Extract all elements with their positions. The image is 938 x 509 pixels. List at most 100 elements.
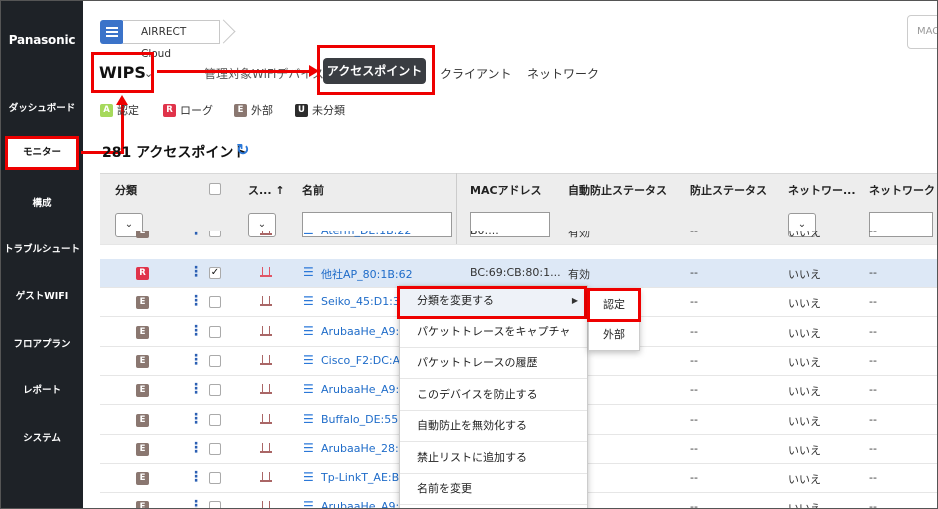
more-vertical-icon[interactable]: ⋮	[189, 412, 203, 426]
list-icon[interactable]: ☰	[303, 324, 314, 338]
menu-toggle-button[interactable]	[100, 20, 124, 44]
more-vertical-icon[interactable]: ⋮	[189, 324, 203, 338]
more-vertical-icon[interactable]: ⋮	[189, 231, 203, 237]
more-vertical-icon[interactable]: ⋮	[189, 382, 203, 396]
more-vertical-icon[interactable]: ⋮	[189, 441, 203, 455]
row-checkbox[interactable]	[209, 472, 221, 484]
column-header-mac[interactable]: MACアドレス	[470, 182, 542, 198]
authorized-badge: A	[100, 103, 113, 117]
search-input[interactable]: MAC	[907, 15, 937, 49]
prevent-status-cell: --	[690, 500, 698, 509]
prevent-status-cell: --	[690, 325, 698, 338]
prevent-status-cell: --	[690, 354, 698, 367]
network2-cell: --	[869, 500, 877, 509]
row-checkbox[interactable]	[209, 231, 221, 237]
prevent-status-cell: --	[690, 471, 698, 484]
more-vertical-icon[interactable]: ⋮	[189, 499, 203, 508]
row-checkbox[interactable]	[209, 443, 221, 455]
network2-cell: --	[869, 471, 877, 484]
row-checkbox[interactable]: ✓	[209, 267, 221, 279]
column-header-network2[interactable]: ネットワーク	[869, 182, 935, 198]
more-vertical-icon[interactable]: ⋮	[189, 353, 203, 367]
auto-prevent-cell: 有効	[568, 268, 590, 281]
legend-external: E 外部	[234, 103, 273, 117]
device-name-link[interactable]: Buffalo_DE:55:F	[321, 413, 408, 426]
sidebar-item-floorplan[interactable]: フロアプラン	[1, 336, 83, 350]
device-name-link[interactable]: 他社AP_80:1B:62	[321, 266, 413, 282]
network-cell: いいえ	[788, 297, 821, 310]
network-cell: いいえ	[788, 444, 821, 457]
list-icon[interactable]: ☰	[303, 353, 314, 367]
submenu-item-external[interactable]: 外部	[589, 320, 639, 350]
sidebar-item-report[interactable]: レポート	[1, 382, 83, 396]
class-badge: E	[136, 384, 149, 397]
prevent-status-cell: --	[690, 295, 698, 308]
network2-cell: --	[869, 231, 877, 237]
table-row[interactable]: E ⋮ ☰ Aterm_DE:1B:22 B0:... 有効 -- いいえ --	[100, 231, 937, 245]
class-badge: R	[136, 267, 149, 280]
column-header-class[interactable]: 分類	[115, 182, 137, 198]
menu-item-disable-auto-prevent[interactable]: 自動防止を無効化する	[400, 411, 587, 442]
menu-item-add-to-banned-list[interactable]: 禁止リストに追加する	[400, 443, 587, 474]
table-row[interactable]: R ⋮ ✓ ☰ 他社AP_80:1B:62 BC:69:CB:80:1... 有効 -- いいえ…	[100, 259, 937, 288]
column-header-name[interactable]: 名前	[302, 182, 324, 198]
column-header-prevent[interactable]: 防止ステータス	[690, 182, 767, 198]
access-point-icon	[260, 355, 272, 365]
sidebar-item-troubleshoot[interactable]: トラブルシュート	[1, 241, 83, 255]
more-vertical-icon[interactable]: ⋮	[189, 294, 203, 308]
network2-cell: --	[869, 295, 877, 308]
row-checkbox[interactable]	[209, 414, 221, 426]
more-vertical-icon[interactable]: ⋮	[189, 265, 203, 279]
list-icon[interactable]: ☰	[303, 499, 314, 508]
legend-label: ローグ	[180, 104, 213, 117]
sidebar-item-config[interactable]: 構成	[1, 195, 83, 209]
column-header-network[interactable]: ネットワー...	[788, 182, 856, 198]
row-checkbox[interactable]	[209, 384, 221, 396]
menu-item-prevent-device[interactable]: このデバイスを防止する	[400, 380, 587, 411]
device-name-link[interactable]: Aterm_DE:1B:22	[321, 231, 411, 237]
sidebar-item-dashboard[interactable]: ダッシュボード	[1, 100, 83, 114]
column-header-status[interactable]: ス... ↑	[248, 182, 285, 198]
list-icon[interactable]: ☰	[303, 412, 314, 426]
network2-cell: --	[869, 354, 877, 367]
sidebar-item-guest-wifi[interactable]: ゲストWIFI	[1, 288, 83, 302]
device-name-link[interactable]: Tp-LinkT_AE:B4:	[321, 471, 410, 484]
menu-item-rename[interactable]: 名前を変更	[400, 474, 587, 505]
access-point-icon	[260, 326, 272, 336]
row-checkbox[interactable]	[209, 501, 221, 508]
access-point-icon	[260, 443, 272, 453]
list-icon[interactable]: ☰	[303, 231, 314, 237]
row-checkbox[interactable]	[209, 355, 221, 367]
sidebar-item-monitor[interactable]: モニター	[5, 136, 79, 170]
list-icon[interactable]: ☰	[303, 470, 314, 484]
column-header-auto-prevent[interactable]: 自動防止ステータス	[568, 182, 667, 198]
more-vertical-icon[interactable]: ⋮	[189, 470, 203, 484]
refresh-icon[interactable]: ↻	[236, 140, 249, 159]
menu-item-capture-packet-trace[interactable]: パケットトレースをキャプチャ	[400, 317, 587, 348]
device-name-link[interactable]: Seiko_45:D1:32	[321, 295, 407, 308]
row-checkbox[interactable]	[209, 326, 221, 338]
select-all-checkbox[interactable]	[209, 183, 221, 195]
tab-clients[interactable]: クライアント	[440, 65, 512, 82]
row-checkbox[interactable]	[209, 296, 221, 308]
annotation-box-ap-tab	[317, 45, 435, 95]
list-icon[interactable]: ☰	[303, 441, 314, 455]
tab-managed-wifi-devices[interactable]: 管理対象WiFiデバイス	[204, 65, 324, 82]
network-cell: いいえ	[788, 327, 821, 340]
prevent-status-cell: --	[690, 266, 698, 279]
legend-label: 外部	[251, 104, 273, 117]
list-icon[interactable]: ☰	[303, 265, 314, 279]
access-point-icon	[260, 384, 272, 394]
class-badge: E	[136, 326, 149, 339]
network-cell: いいえ	[788, 356, 821, 369]
sidebar-item-system[interactable]: システム	[1, 430, 83, 444]
list-icon[interactable]: ☰	[303, 382, 314, 396]
breadcrumb[interactable]: AIRRECT Cloud	[123, 20, 220, 60]
list-icon[interactable]: ☰	[303, 294, 314, 308]
hamburger-icon	[106, 27, 118, 29]
network2-cell: --	[869, 325, 877, 338]
menu-item-packet-trace-history[interactable]: パケットトレースの履歴	[400, 348, 587, 379]
device-name-link[interactable]: Cisco_F2:DC:A2	[321, 354, 407, 367]
tab-network[interactable]: ネットワーク	[527, 65, 599, 82]
access-point-icon	[260, 296, 272, 306]
